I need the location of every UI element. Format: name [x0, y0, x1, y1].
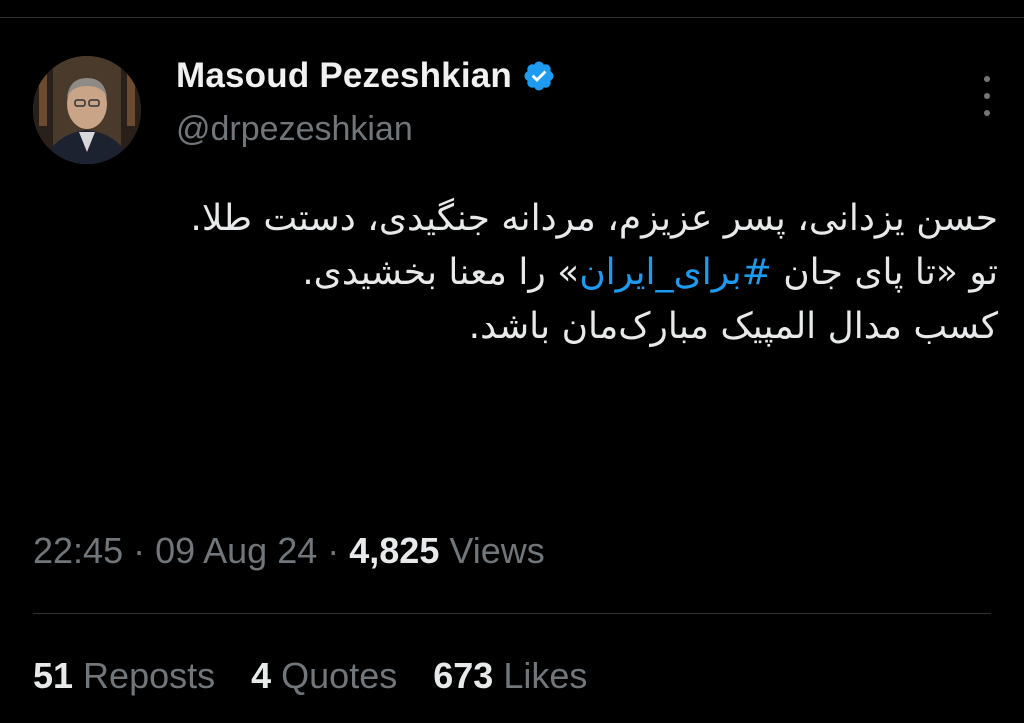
likes-count: 673	[433, 655, 494, 696]
engagement-stats: 51 Reposts 4 Quotes 673 Likes	[33, 655, 587, 697]
avatar-photo	[33, 56, 141, 164]
tweet-line-2: تو «تا پای جان #برای_ایران» را معنا بخشی…	[38, 246, 998, 300]
quotes-stat[interactable]: 4 Quotes	[251, 655, 397, 697]
tweet-line-2-before: تو «تا پای جان	[771, 252, 998, 293]
stats-divider	[33, 613, 991, 614]
hashtag-link[interactable]: #برای_ایران	[579, 252, 772, 293]
tweet-line-1: حسن یزدانی، پسر عزیزم، مردانه جنگیدی، دس…	[190, 198, 998, 239]
tweet-meta: 22:45 · 09 Aug 24 · 4,825 Views	[33, 530, 545, 572]
quotes-count: 4	[251, 655, 272, 696]
top-divider	[0, 17, 1024, 18]
verified-badge-icon	[522, 59, 556, 93]
reposts-count: 51	[33, 655, 74, 696]
meta-separator-1: ·	[123, 530, 156, 571]
author-display-name[interactable]: Masoud Pezeshkian	[176, 56, 512, 96]
views-count: 4,825	[349, 530, 440, 571]
quotes-label: Quotes	[281, 655, 398, 696]
more-options-icon[interactable]	[975, 76, 999, 116]
tweet-line-3: کسب مدال المپیک مبارک‌مان باشد.	[468, 306, 998, 347]
tweet-time[interactable]: 22:45	[33, 530, 123, 571]
reposts-stat[interactable]: 51 Reposts	[33, 655, 215, 697]
avatar[interactable]	[33, 56, 141, 164]
likes-label: Likes	[503, 655, 588, 696]
tweet-line-2-after: » را معنا بخشیدی.	[302, 252, 580, 293]
author-handle[interactable]: @drpezeshkian	[176, 110, 413, 149]
author-name-row: Masoud Pezeshkian	[176, 56, 556, 96]
tweet-date[interactable]: 09 Aug 24	[155, 530, 317, 571]
views-label: Views	[449, 530, 545, 571]
meta-separator-2: ·	[317, 530, 350, 571]
tweet-text: حسن یزدانی، پسر عزیزم، مردانه جنگیدی، دس…	[38, 192, 998, 354]
reposts-label: Reposts	[83, 655, 216, 696]
likes-stat[interactable]: 673 Likes	[433, 655, 587, 697]
